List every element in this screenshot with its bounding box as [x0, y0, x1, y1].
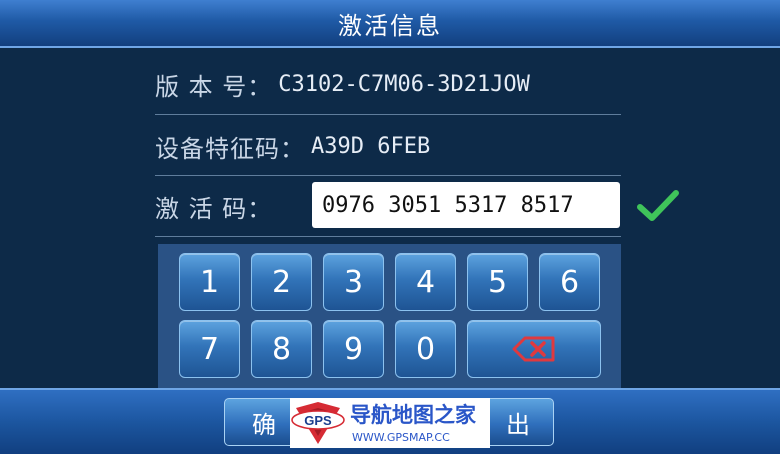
- key-8[interactable]: 8: [251, 320, 312, 378]
- key-6[interactable]: 6: [539, 253, 600, 311]
- device-code-row: 设备特征码： A39D 6FEB: [155, 120, 621, 172]
- watermark-gps-text: GPS: [304, 413, 332, 428]
- key-2[interactable]: 2: [251, 253, 312, 311]
- page-title: 激活信息: [338, 11, 442, 40]
- key-0[interactable]: 0: [395, 320, 456, 378]
- version-value: C3102-C7M06-3D21JOW: [278, 71, 530, 97]
- watermark-url: WWW.GPSMAP.CC: [352, 431, 450, 444]
- confirm-label: 确: [252, 410, 276, 439]
- divider: [155, 236, 621, 237]
- key-1[interactable]: 1: [179, 253, 240, 311]
- key-5[interactable]: 5: [467, 253, 528, 311]
- backspace-icon: [512, 336, 555, 362]
- check-icon: [637, 190, 679, 221]
- backspace-button[interactable]: [467, 320, 601, 378]
- key-7[interactable]: 7: [179, 320, 240, 378]
- key-4[interactable]: 4: [395, 253, 456, 311]
- divider: [155, 175, 621, 176]
- version-row: 版 本 号： C3102-C7M06-3D21JOW: [155, 58, 621, 110]
- key-3[interactable]: 3: [323, 253, 384, 311]
- activation-code-input[interactable]: 0976 3051 5317 8517: [312, 182, 620, 228]
- exit-label: 出: [506, 410, 530, 439]
- activation-code-label: 激 活 码：: [155, 194, 273, 223]
- divider: [155, 114, 621, 115]
- key-9[interactable]: 9: [323, 320, 384, 378]
- title-bar: 激活信息: [0, 0, 780, 48]
- device-code-label: 设备特征码：: [155, 134, 305, 163]
- watermark-logo: GPS 导航地图之家 WWW.GPSMAP.CC: [290, 398, 490, 448]
- watermark-title: 导航地图之家: [350, 403, 477, 427]
- version-label: 版 本 号：: [155, 72, 273, 101]
- device-code-value: A39D 6FEB: [311, 133, 431, 159]
